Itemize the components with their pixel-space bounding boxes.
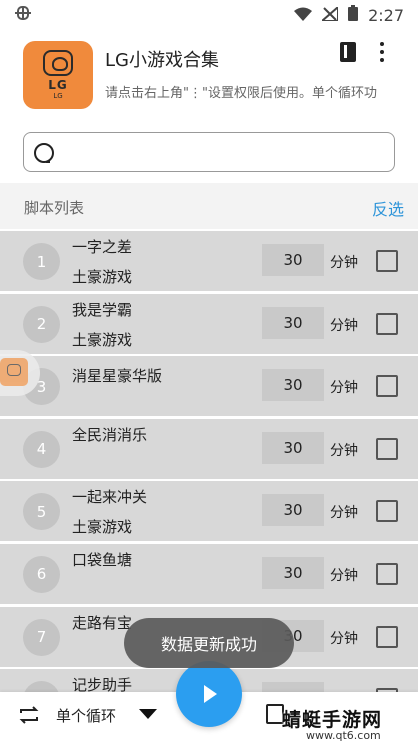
script-tag: 土豪游戏	[72, 518, 133, 537]
duration-field[interactable]: 30	[262, 244, 324, 276]
app-screen: 2:27 LG LG LG小游戏合集 请点击右上角"⋮"设置权限后使用。单个循环…	[0, 0, 418, 743]
book-icon[interactable]	[340, 42, 356, 62]
search-input[interactable]	[64, 139, 384, 167]
bug-icon	[14, 4, 32, 27]
script-checkbox[interactable]	[376, 312, 398, 335]
signal-icon	[319, 4, 340, 25]
script-name: 一字之差	[72, 238, 133, 256]
script-row[interactable]: 3 消星星豪华版 30 分钟	[0, 356, 418, 417]
logo-text: LG	[48, 77, 68, 92]
script-name: 全民消消乐	[72, 425, 148, 444]
app-header: LG LG LG小游戏合集 请点击右上角"⋮"设置权限后使用。单个循环功	[0, 30, 418, 120]
script-checkbox[interactable]	[376, 437, 398, 460]
script-row[interactable]: 2 我是学霸 土豪游戏 30 分钟	[0, 293, 418, 354]
duration-field[interactable]: 30	[262, 306, 324, 339]
script-list-header: 脚本列表 反选	[0, 183, 418, 229]
duration-unit: 分钟	[330, 442, 358, 459]
loop-mode-label[interactable]: 单个循环	[56, 705, 116, 726]
script-tag: 土豪游戏	[72, 268, 133, 286]
duration-unit: 分钟	[330, 567, 358, 584]
battery-icon	[348, 5, 359, 25]
script-checkbox[interactable]	[376, 250, 398, 272]
lg-logo-icon	[43, 49, 73, 76]
app-logo: LG LG	[23, 41, 93, 109]
watermark-title: 蜻蜓手游网	[282, 709, 383, 731]
wifi-icon	[294, 6, 313, 25]
script-index: 1	[23, 243, 60, 280]
script-index: 7	[23, 618, 60, 656]
duration-unit: 分钟	[330, 505, 358, 522]
duration-unit: 分钟	[330, 255, 358, 271]
duration-unit: 分钟	[330, 380, 358, 397]
script-checkbox[interactable]	[376, 500, 398, 523]
play-icon	[204, 685, 217, 703]
script-name: 口袋鱼塘	[72, 550, 133, 569]
script-list-title: 脚本列表	[24, 199, 85, 217]
duration-unit: 分钟	[330, 317, 358, 334]
app-subtitle: 请点击右上角"⋮"设置权限后使用。单个循环功	[105, 86, 377, 101]
clock-time: 2:27	[368, 5, 404, 25]
play-button[interactable]	[176, 661, 242, 727]
duration-field[interactable]: 30	[262, 494, 324, 527]
search-box[interactable]	[23, 132, 395, 172]
script-checkbox[interactable]	[376, 625, 398, 648]
duration-field[interactable]: 30	[262, 431, 324, 464]
script-name: 一起来冲关	[72, 488, 148, 507]
invert-selection-button[interactable]: 反选	[372, 196, 404, 220]
script-checkbox[interactable]	[376, 562, 398, 585]
repeat-icon[interactable]	[18, 704, 40, 726]
script-tag: 土豪游戏	[72, 330, 133, 349]
script-row[interactable]: 4 全民消消乐 30 分钟	[0, 418, 418, 479]
script-row[interactable]: 5 一起来冲关 土豪游戏 30 分钟	[0, 481, 418, 542]
floating-logo-icon	[0, 358, 28, 386]
script-index: 4	[23, 430, 60, 468]
script-index: 2	[23, 305, 60, 343]
script-row[interactable]: 6 口袋鱼塘 30 分钟	[0, 543, 418, 604]
script-checkbox[interactable]	[376, 375, 398, 398]
script-name: 我是学霸	[72, 300, 133, 319]
duration-unit: 分钟	[330, 630, 358, 647]
logo-subtext: LG	[53, 91, 63, 100]
script-index: 5	[23, 493, 60, 531]
more-options-icon[interactable]	[374, 40, 390, 64]
site-watermark: 蜻蜓手游网 www.qt6.com	[278, 703, 412, 743]
script-row[interactable]: 1 一字之差 土豪游戏 30 分钟	[0, 231, 418, 291]
script-name: 消星星豪华版	[72, 367, 163, 386]
app-title: LG小游戏合集	[105, 50, 219, 71]
status-bar: 2:27	[0, 0, 418, 30]
search-icon	[34, 143, 54, 163]
script-index: 6	[23, 555, 60, 593]
duration-field[interactable]: 30	[262, 369, 324, 402]
toast-message: 数据更新成功	[124, 618, 294, 668]
dropdown-caret-icon[interactable]	[139, 709, 157, 719]
script-name: 走路有宝	[72, 613, 133, 632]
duration-field[interactable]: 30	[262, 556, 324, 589]
watermark-url: www.qt6.com	[306, 729, 381, 742]
